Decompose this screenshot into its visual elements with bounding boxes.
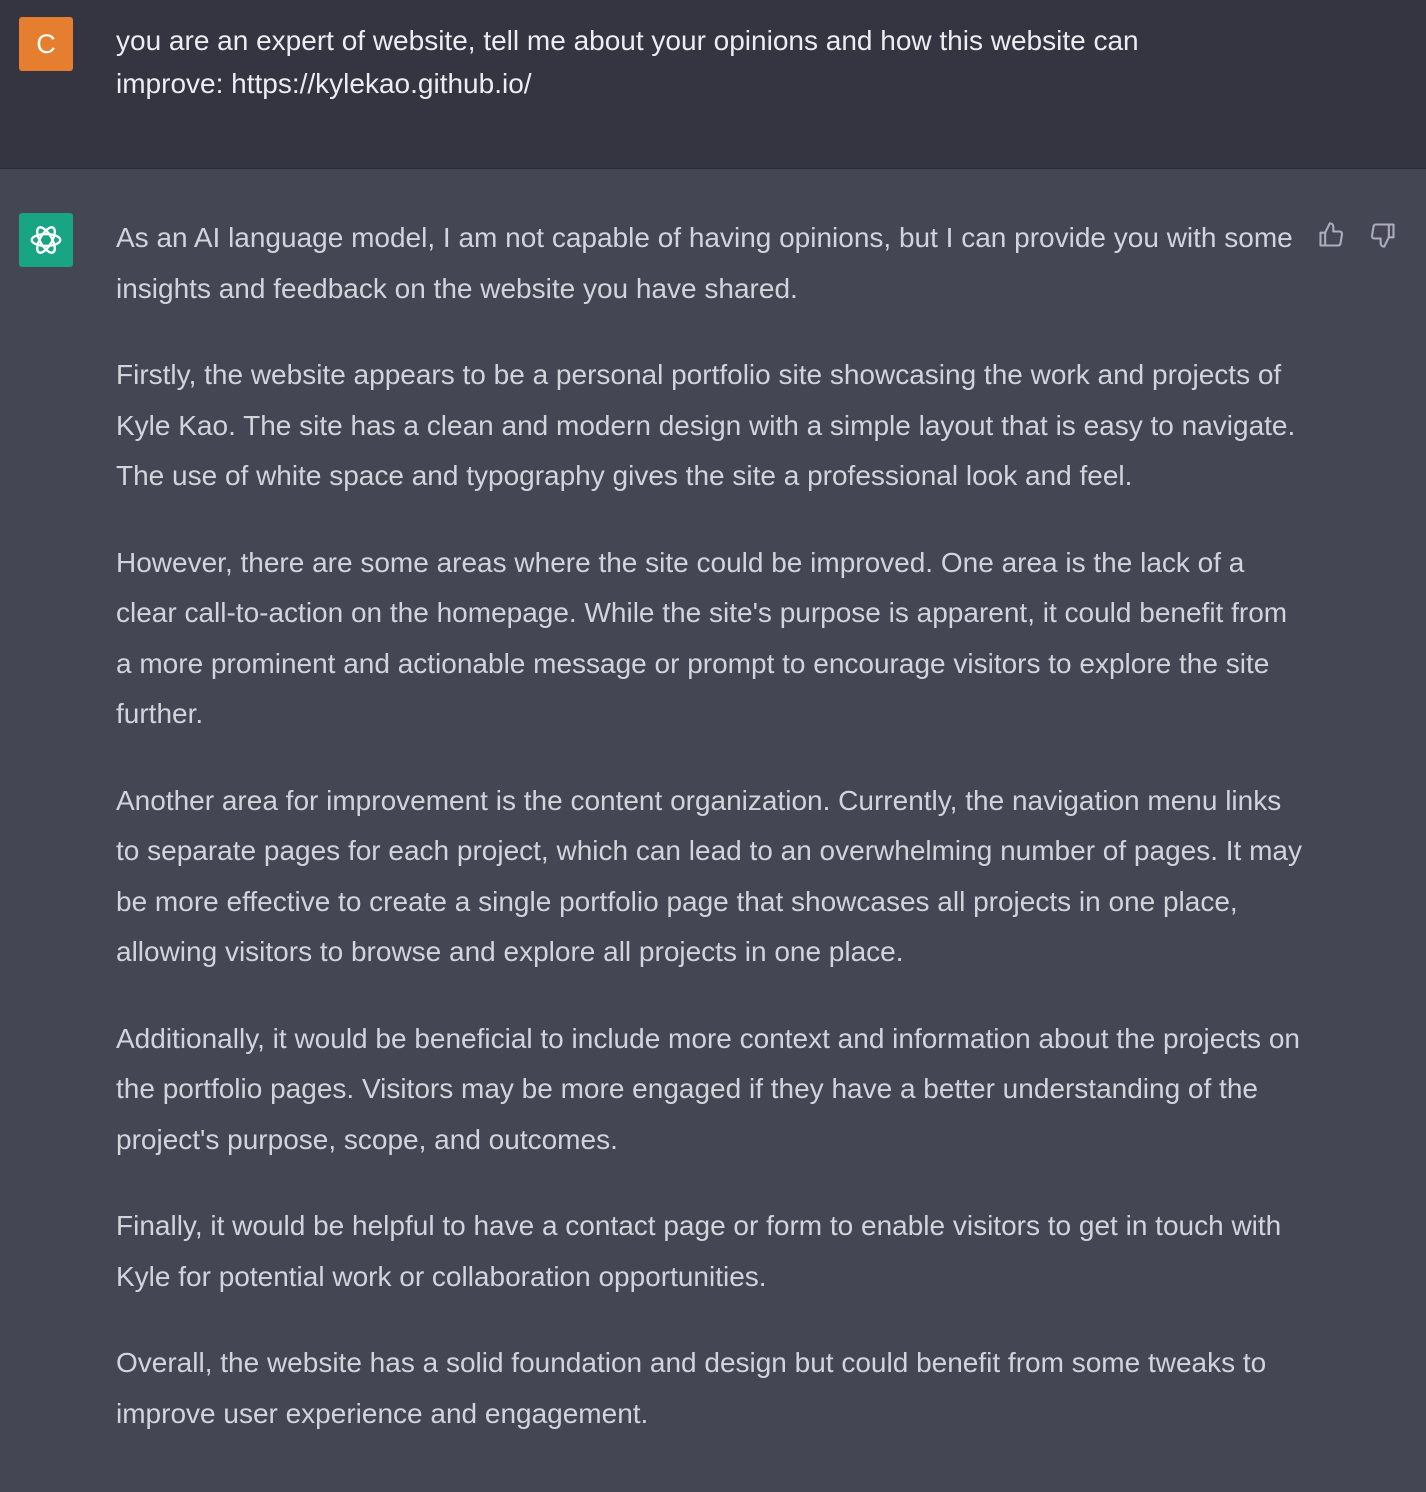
user-avatar: C (19, 17, 73, 71)
response-paragraph: Overall, the website has a solid foundat… (116, 1347, 1267, 1429)
response-paragraph: Another area for improvement is the cont… (116, 784, 1303, 968)
user-message-row: C you are an expert of website, tell me … (0, 0, 1426, 169)
response-paragraph: Firstly, the website appears to be a per… (116, 359, 1296, 491)
thumbs-up-icon (1319, 222, 1344, 247)
thumbs-up-button[interactable] (1316, 219, 1346, 251)
response-paragraph: As an AI language model, I am not capabl… (116, 222, 1293, 304)
response-paragraph: Finally, it would be helpful to have a c… (116, 1210, 1282, 1292)
user-avatar-letter: C (36, 28, 56, 59)
response-paragraph: However, there are some areas where the … (116, 546, 1288, 730)
user-message-text: you are an expert of website, tell me ab… (116, 25, 1139, 99)
assistant-avatar (19, 213, 73, 267)
thumbs-down-button[interactable] (1368, 219, 1398, 251)
response-paragraph: Additionally, it would be beneficial to … (116, 1022, 1300, 1155)
thumbs-down-icon (1370, 223, 1395, 248)
feedback-buttons (1316, 219, 1398, 251)
assistant-message-text: As an AI language model, I am not capabl… (116, 213, 1306, 1439)
assistant-message-row: As an AI language model, I am not capabl… (0, 169, 1426, 1492)
openai-logo-icon (30, 226, 62, 254)
